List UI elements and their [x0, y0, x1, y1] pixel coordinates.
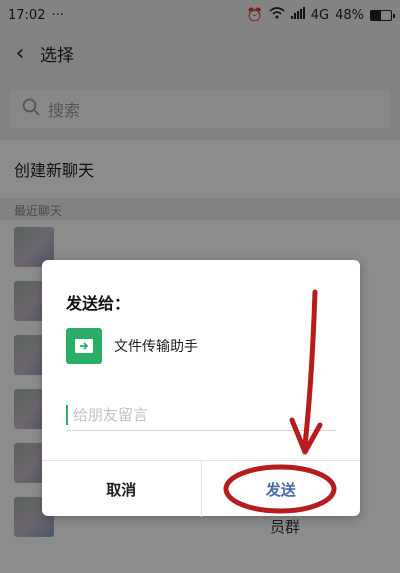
send-button[interactable]: 发送 — [202, 461, 361, 517]
message-field[interactable] — [66, 400, 336, 431]
send-target: 文件传输助手 — [66, 328, 198, 364]
file-transfer-icon — [66, 328, 102, 364]
dialog-buttons: 取消 发送 — [42, 460, 360, 517]
cancel-button[interactable]: 取消 — [42, 461, 202, 517]
target-name: 文件传输助手 — [114, 339, 198, 355]
message-input[interactable] — [71, 405, 315, 425]
send-to-dialog: 发送给： 文件传输助手 取消 发送 — [42, 260, 360, 517]
dialog-title: 发送给： — [66, 294, 131, 313]
text-caret — [66, 405, 68, 425]
